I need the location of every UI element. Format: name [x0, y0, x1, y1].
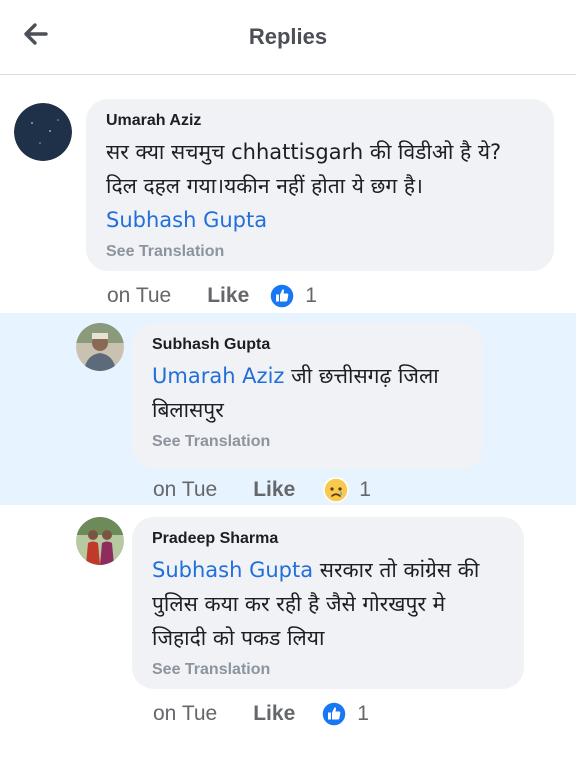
comment-text-line: बिलासपुर: [152, 398, 224, 422]
mention-link[interactable]: Umarah Aziz: [152, 364, 284, 388]
reaction-count: 1: [305, 284, 317, 307]
comment-thread: Pradeep Sharma Subhash Gupta सरकार तो का…: [0, 505, 576, 758]
reaction-count: 1: [359, 478, 371, 501]
comment-text: Umarah Aziz जी छत्तीसगढ़ जिला बिलासपुर: [152, 359, 463, 427]
comment-text: सर क्या सचमुच chhattisgarh की विडीओ है य…: [106, 135, 534, 237]
mention-link[interactable]: Subhash Gupta: [106, 208, 267, 232]
comment-author[interactable]: Pradeep Sharma: [152, 529, 504, 549]
comment-thread: Umarah Aziz सर क्या सचमुच chhattisgarh क…: [0, 75, 576, 313]
comment-actions: on Tue Like 1: [153, 699, 369, 729]
comment-text-line: जी छत्तीसगढ़ जिला: [284, 364, 439, 388]
comment-thread-highlighted: Subhash Gupta Umarah Aziz जी छत्तीसगढ़ ज…: [0, 313, 576, 505]
like-reaction-icon[interactable]: [321, 701, 348, 727]
sad-reaction-icon[interactable]: [323, 477, 350, 503]
like-reaction-icon[interactable]: [269, 283, 296, 309]
comment-timestamp[interactable]: on Tue: [153, 478, 217, 502]
mention-link[interactable]: Subhash Gupta: [152, 558, 313, 582]
avatar[interactable]: [76, 517, 124, 565]
reaction-count: 1: [357, 702, 369, 725]
comment-timestamp[interactable]: on Tue: [153, 702, 217, 726]
comment-text-line: पुलिस कया कर रही है जैसे गोरखपुर मे: [152, 592, 446, 616]
like-button[interactable]: Like: [253, 702, 295, 726]
see-translation-link[interactable]: See Translation: [106, 243, 534, 261]
comment-text: Subhash Gupta सरकार तो कांग्रेस की पुलिस…: [152, 553, 504, 655]
comment-author[interactable]: Subhash Gupta: [152, 335, 463, 355]
comment-bubble: Subhash Gupta Umarah Aziz जी छत्तीसगढ़ ज…: [132, 323, 483, 469]
see-translation-link[interactable]: See Translation: [152, 661, 504, 679]
comment-timestamp[interactable]: on Tue: [107, 284, 171, 308]
comment-actions: on Tue Like 1: [153, 475, 371, 505]
comment-bubble: Umarah Aziz सर क्या सचमुच chhattisgarh क…: [86, 99, 554, 271]
comment-bubble: Pradeep Sharma Subhash Gupta सरकार तो का…: [132, 517, 524, 689]
like-button[interactable]: Like: [207, 284, 249, 308]
top-bar: Replies: [0, 0, 576, 75]
comment-actions: on Tue Like 1: [107, 281, 317, 311]
comment-author[interactable]: Umarah Aziz: [106, 111, 534, 131]
see-translation-link[interactable]: See Translation: [152, 433, 463, 451]
comment-text-line: दिल दहल गया।यकीन नहीं होता ये छग है।: [106, 174, 423, 198]
avatar[interactable]: [76, 323, 124, 371]
comment-text-line: जिहादी को पकड लिया: [152, 626, 325, 650]
page-title: Replies: [248, 24, 328, 49]
like-button[interactable]: Like: [253, 478, 295, 502]
comment-text-line: सरकार तो कांग्रेस की: [313, 558, 480, 582]
comment-text-line: सर क्या सचमुच chhattisgarh की विडीओ है य…: [106, 140, 502, 164]
avatar[interactable]: [14, 103, 72, 161]
